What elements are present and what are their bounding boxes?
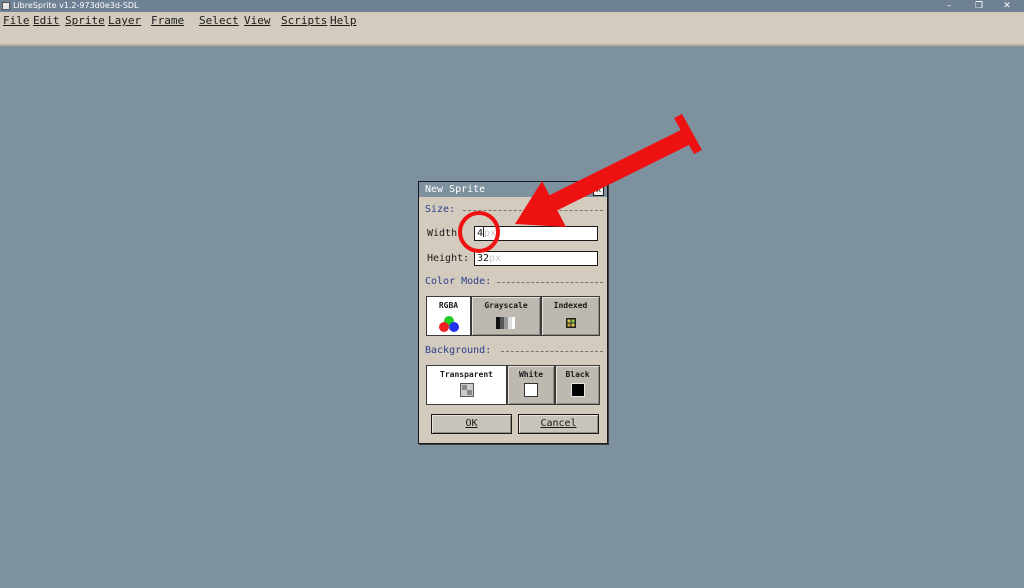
indexed-icon bbox=[565, 318, 576, 328]
size-separator: Size: bbox=[425, 204, 603, 216]
menu-edit[interactable]: Edit bbox=[33, 14, 60, 28]
menu-sprite[interactable]: Sprite bbox=[65, 14, 105, 28]
color-mode-rgba-button[interactable]: RGBA bbox=[426, 296, 471, 336]
height-unit: px bbox=[489, 253, 502, 264]
size-section-label: Size: bbox=[425, 204, 456, 215]
menu-bar: File Edit Sprite Layer Frame Select View… bbox=[0, 12, 1024, 46]
transparent-icon bbox=[459, 383, 474, 397]
color-mode-section-label: Color Mode: bbox=[425, 276, 492, 287]
ok-button[interactable]: OK bbox=[431, 414, 512, 434]
background-black-button[interactable]: Black bbox=[555, 365, 600, 405]
color-mode-separator: Color Mode: bbox=[425, 276, 603, 288]
background-separator: Background: bbox=[425, 345, 603, 357]
ok-label: OK bbox=[465, 418, 478, 429]
window-titlebar: LibreSprite v1.2-973d0e3d-SDL – ❐ ✕ bbox=[0, 0, 1024, 12]
background-white-button[interactable]: White bbox=[507, 365, 555, 405]
white-swatch-icon bbox=[524, 383, 538, 397]
menu-file[interactable]: File bbox=[3, 14, 30, 28]
cancel-button[interactable]: Cancel bbox=[518, 414, 599, 434]
menu-help[interactable]: Help bbox=[330, 14, 357, 28]
background-section-label: Background: bbox=[425, 345, 492, 356]
grayscale-label: Grayscale bbox=[484, 301, 528, 310]
grayscale-icon bbox=[496, 317, 515, 329]
dialog-close-icon[interactable]: x bbox=[593, 185, 604, 196]
app-icon bbox=[2, 2, 10, 10]
close-window-icon[interactable]: ✕ bbox=[990, 0, 1024, 12]
transparent-label: Transparent bbox=[440, 370, 493, 379]
white-label: White bbox=[518, 370, 544, 379]
black-swatch-icon bbox=[570, 383, 585, 397]
width-unit: px bbox=[484, 228, 497, 239]
menu-scripts[interactable]: Scripts bbox=[281, 14, 327, 28]
color-mode-indexed-button[interactable]: Indexed bbox=[541, 296, 600, 336]
rgba-label: RGBA bbox=[438, 301, 459, 310]
menu-select[interactable]: Select bbox=[199, 14, 239, 28]
black-label: Black bbox=[565, 370, 590, 379]
indexed-label: Indexed bbox=[553, 301, 588, 310]
window-title: LibreSprite v1.2-973d0e3d-SDL bbox=[13, 1, 139, 10]
menu-view[interactable]: View bbox=[244, 14, 271, 28]
dialog-title: New Sprite bbox=[419, 182, 607, 197]
new-sprite-dialog: New Sprite x Size: Width: 4px Height: 32… bbox=[418, 181, 608, 444]
height-label: Height: bbox=[427, 253, 470, 264]
background-transparent-button[interactable]: Transparent bbox=[426, 365, 507, 405]
height-value: 32 bbox=[477, 253, 490, 264]
cancel-label: Cancel bbox=[540, 418, 577, 429]
height-input[interactable]: 32px bbox=[474, 251, 598, 266]
minimize-icon[interactable]: – bbox=[932, 0, 966, 12]
width-input[interactable]: 4px bbox=[474, 226, 598, 241]
width-label: Width: bbox=[427, 228, 464, 239]
color-mode-grayscale-button[interactable]: Grayscale bbox=[471, 296, 541, 336]
menu-layer[interactable]: Layer bbox=[108, 14, 141, 28]
menu-frame[interactable]: Frame bbox=[151, 14, 184, 28]
rgba-icon bbox=[438, 316, 459, 332]
